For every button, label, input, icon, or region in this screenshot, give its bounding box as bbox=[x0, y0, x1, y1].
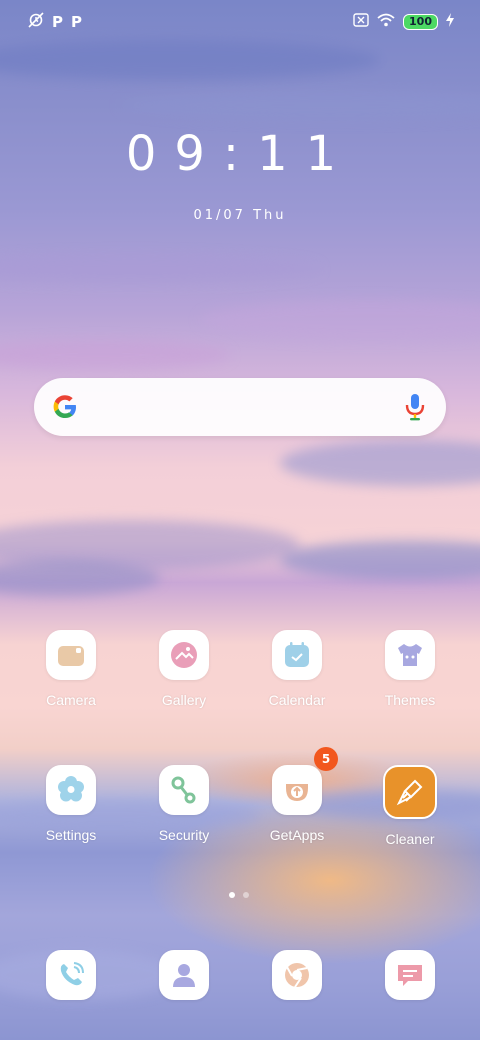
security-icon[interactable] bbox=[159, 765, 209, 815]
clock-date[interactable]: 01/07 Thu bbox=[0, 208, 480, 223]
dock-contacts[interactable] bbox=[134, 950, 234, 1000]
app-themes[interactable]: Themes bbox=[360, 630, 460, 708]
status-left: P P bbox=[28, 12, 82, 32]
notification-badge: 5 bbox=[314, 747, 338, 771]
app-label: Camera bbox=[46, 692, 96, 708]
phone-icon[interactable] bbox=[46, 950, 96, 1000]
app-cleaner[interactable]: Cleaner bbox=[360, 765, 460, 847]
themes-icon[interactable] bbox=[385, 630, 435, 680]
mic-icon[interactable] bbox=[404, 392, 426, 422]
app-getapps[interactable]: 5 GetApps bbox=[247, 747, 347, 843]
wifi-icon bbox=[377, 12, 395, 31]
app-label: Security bbox=[158, 827, 210, 843]
app-camera[interactable]: Camera bbox=[21, 630, 121, 708]
app-settings[interactable]: Settings bbox=[21, 765, 121, 843]
settings-icon[interactable] bbox=[46, 765, 96, 815]
camera-icon[interactable] bbox=[46, 630, 96, 680]
cleaner-icon[interactable] bbox=[383, 765, 437, 819]
app-security[interactable]: Security bbox=[134, 765, 234, 843]
page-dot bbox=[243, 892, 249, 898]
charging-icon bbox=[446, 12, 454, 31]
p-notification-icon: P bbox=[71, 13, 82, 31]
google-search-bar[interactable] bbox=[34, 378, 446, 436]
battery-icon: 100 bbox=[403, 13, 438, 30]
dock-phone[interactable] bbox=[21, 950, 121, 1000]
messages-icon[interactable] bbox=[385, 950, 435, 1000]
page-indicator bbox=[229, 892, 249, 898]
app-label: Themes bbox=[384, 692, 436, 708]
dock-messages[interactable] bbox=[360, 950, 460, 1000]
google-logo-icon bbox=[50, 392, 80, 422]
silent-alarm-icon bbox=[28, 12, 44, 32]
app-label: Settings bbox=[45, 827, 97, 843]
app-gallery[interactable]: Gallery bbox=[134, 630, 234, 708]
contacts-icon[interactable] bbox=[159, 950, 209, 1000]
gallery-icon[interactable] bbox=[159, 630, 209, 680]
status-right: 100 bbox=[353, 12, 454, 31]
app-label: Calendar bbox=[268, 692, 326, 708]
app-label: Gallery bbox=[161, 692, 207, 708]
calendar-icon[interactable] bbox=[272, 630, 322, 680]
app-label: GetApps bbox=[269, 827, 325, 843]
no-sim-icon bbox=[353, 12, 369, 31]
page-dot-active bbox=[229, 892, 235, 898]
browser-icon[interactable] bbox=[272, 950, 322, 1000]
p-notification-icon: P bbox=[52, 13, 63, 31]
clock-time[interactable]: 09:11 bbox=[0, 126, 480, 182]
getapps-icon[interactable]: 5 bbox=[272, 747, 338, 815]
dock-browser[interactable] bbox=[247, 950, 347, 1000]
status-bar: P P 100 bbox=[0, 0, 480, 44]
app-label: Cleaner bbox=[385, 831, 435, 847]
app-calendar[interactable]: Calendar bbox=[247, 630, 347, 708]
